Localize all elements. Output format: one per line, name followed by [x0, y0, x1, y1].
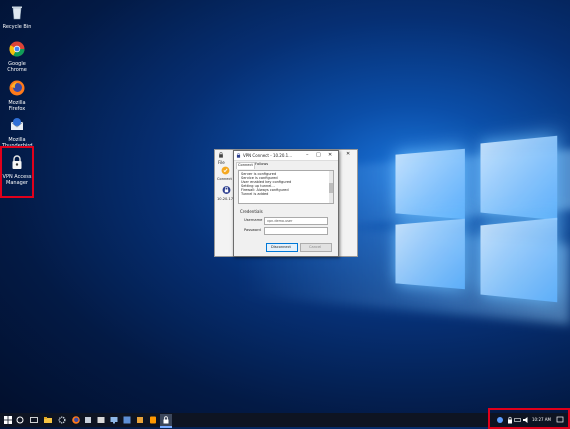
log-scrollbar[interactable]: [329, 171, 333, 203]
terminal-icon[interactable]: [97, 416, 105, 424]
app-icon[interactable]: [84, 416, 92, 424]
desktop-icon-recycle-bin[interactable]: Recycle Bin: [2, 4, 32, 30]
log-line: Tunnel is added: [241, 192, 269, 196]
chrome-icon: [9, 41, 25, 57]
tab-connect[interactable]: Connect: [236, 162, 255, 169]
desktop-icon-chrome[interactable]: Google Chrome: [2, 41, 32, 73]
maximize-button[interactable]: □: [316, 152, 321, 158]
dialog-title: VPN Connect - 10.20.1...: [243, 153, 293, 158]
dialog-title-bar: VPN Connect - 10.20.1... – □ ✕: [234, 151, 338, 161]
highlight-vpn-access-manager: [0, 146, 34, 198]
menu-file[interactable]: File: [218, 160, 225, 165]
username-label: Username: [244, 218, 263, 222]
windows-logo-wallpaper: [388, 135, 558, 303]
vpn-lock-icon: [219, 152, 223, 158]
credentials-heading: Credentials: [240, 209, 263, 214]
vpn-lock-icon: [236, 153, 241, 158]
username-field[interactable]: vpn.demo.user: [264, 217, 328, 225]
monitor-icon[interactable]: [110, 416, 118, 424]
desktop-icon-thunderbird[interactable]: Mozilla Thunderbird: [2, 117, 33, 149]
connect-label: Connect: [217, 177, 232, 181]
password-field[interactable]: [264, 227, 328, 235]
sublime-icon[interactable]: [149, 416, 157, 424]
window-close-button[interactable]: ✕: [346, 151, 350, 157]
file-explorer-icon[interactable]: [44, 416, 52, 424]
disconnect-button[interactable]: Disconnect: [266, 243, 298, 252]
firefox-icon: [9, 80, 25, 96]
highlight-system-tray: [488, 408, 570, 429]
package-icon[interactable]: [136, 416, 144, 424]
desktop-icon-firefox[interactable]: Mozilla Firefox: [2, 80, 32, 112]
firefox-icon[interactable]: [72, 416, 80, 424]
tab-follows[interactable]: Follows: [254, 162, 271, 168]
password-label: Password: [244, 228, 261, 232]
taskbar: 10:27 AM: [0, 413, 570, 428]
scrollbar-thumb[interactable]: [329, 183, 333, 193]
task-view-icon[interactable]: [30, 416, 38, 424]
server-lock-icon: [222, 186, 231, 194]
search-icon[interactable]: [16, 416, 24, 424]
recycle-bin-icon: [12, 6, 22, 20]
windows-icon[interactable]: [4, 416, 12, 424]
settings-icon[interactable]: [58, 416, 66, 424]
cancel-button[interactable]: Cancel: [300, 243, 332, 252]
connection-log[interactable]: Server is configured Service is configur…: [238, 170, 334, 204]
thunderbird-icon: [10, 118, 24, 130]
vpn-lock-icon: [163, 416, 169, 424]
vpn-connect-dialog[interactable]: VPN Connect - 10.20.1... – □ ✕ Connect F…: [233, 150, 339, 257]
minimize-button[interactable]: –: [306, 152, 309, 158]
close-button[interactable]: ✕: [328, 152, 332, 158]
network-tool-icon[interactable]: [123, 416, 131, 424]
connect-icon[interactable]: [221, 166, 230, 175]
vpn-taskbar-button[interactable]: [160, 414, 172, 428]
